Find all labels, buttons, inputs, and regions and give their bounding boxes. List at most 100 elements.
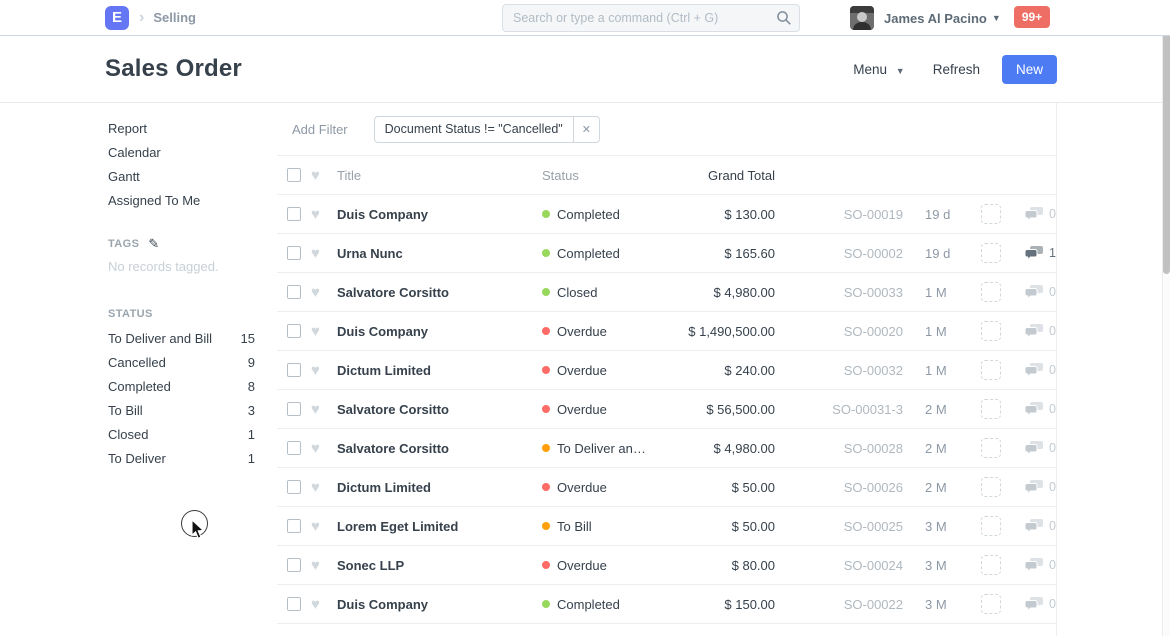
table-row[interactable]: ♥ Urna Nunc Completed $ 165.60 SO-00002 … [277,234,1056,273]
assign-placeholder[interactable] [981,516,1001,536]
row-checkbox[interactable] [287,207,301,221]
user-menu[interactable]: James Al Pacino ▼ [850,6,1001,30]
row-document-id: SO-00022 [775,597,903,612]
like-icon[interactable]: ♥ [307,440,337,457]
comment-cell[interactable]: 0 [1013,363,1056,378]
sidebar-status-item[interactable]: To Deliver 1 [108,447,255,471]
row-checkbox[interactable] [287,519,301,533]
comment-cell[interactable]: 0 [1013,441,1056,456]
notifications-badge[interactable]: 99+ [1014,6,1050,28]
breadcrumb-selling[interactable]: Selling [153,10,196,25]
menu-button[interactable]: Menu ▼ [853,62,904,77]
comment-cell[interactable]: 0 [1013,324,1056,339]
like-icon[interactable]: ♥ [307,518,337,535]
table-row[interactable]: ♥ Dictum Limited Overdue $ 50.00 SO-0002… [277,468,1056,507]
row-title[interactable]: Salvatore Corsitto [337,402,542,417]
status-label: Completed [557,246,620,261]
table-row[interactable]: ♥ Duis Company Completed $ 130.00 SO-000… [277,195,1056,234]
like-filter-icon[interactable]: ♥ [307,167,337,184]
table-row[interactable]: ♥ Sonec LLP Overdue $ 80.00 SO-00024 3 M… [277,546,1056,585]
search-input[interactable] [502,4,800,32]
table-row[interactable]: ♥ Duis Company Completed $ 150.00 SO-000… [277,585,1056,624]
table-row[interactable]: ♥ Dictum Limited Overdue $ 240.00 SO-000… [277,351,1056,390]
sidebar-view-item[interactable]: Calendar [108,141,255,165]
scrollbar-thumb[interactable] [1163,2,1170,274]
assign-placeholder[interactable] [981,243,1001,263]
assign-placeholder[interactable] [981,282,1001,302]
row-title[interactable]: Duis Company [337,207,542,222]
row-assign-cell [967,477,1013,497]
row-title[interactable]: Lorem Eget Limited [337,519,542,534]
row-checkbox[interactable] [287,285,301,299]
like-icon[interactable]: ♥ [307,596,337,613]
row-title[interactable]: Duis Company [337,324,542,339]
new-button[interactable]: New [1002,55,1057,84]
assign-placeholder[interactable] [981,399,1001,419]
sidebar-view-item[interactable]: Report [108,117,255,141]
like-icon[interactable]: ♥ [307,557,337,574]
assign-placeholder[interactable] [981,204,1001,224]
assign-placeholder[interactable] [981,360,1001,380]
sidebar-status-item[interactable]: Cancelled 9 [108,351,255,375]
like-icon[interactable]: ♥ [307,479,337,496]
sidebar-status-item[interactable]: To Deliver and Bill 15 [108,327,255,351]
row-checkbox[interactable] [287,558,301,572]
app-logo[interactable]: E [105,6,129,30]
assign-placeholder[interactable] [981,477,1001,497]
row-check-cell [277,207,307,221]
row-checkbox[interactable] [287,441,301,455]
row-title[interactable]: Duis Company [337,597,542,612]
row-title[interactable]: Dictum Limited [337,363,542,378]
sidebar-view-item[interactable]: Assigned To Me [108,189,255,213]
row-checkbox[interactable] [287,597,301,611]
row-checkbox[interactable] [287,480,301,494]
sidebar-status-item[interactable]: Closed 1 [108,423,255,447]
table-row[interactable]: ♥ Duis Company Overdue $ 1,490,500.00 SO… [277,312,1056,351]
like-icon[interactable]: ♥ [307,362,337,379]
row-title[interactable]: Sonec LLP [337,558,542,573]
row-title[interactable]: Salvatore Corsitto [337,285,542,300]
like-icon[interactable]: ♥ [307,284,337,301]
row-checkbox[interactable] [287,363,301,377]
comment-cell[interactable]: 0 [1013,285,1056,300]
row-checkbox[interactable] [287,402,301,416]
sidebar-status-item[interactable]: To Bill 3 [108,399,255,423]
assign-placeholder[interactable] [981,555,1001,575]
sidebar-status-item[interactable]: Completed 8 [108,375,255,399]
select-all-cell [277,168,307,182]
comment-cell[interactable]: 1 [1013,246,1056,261]
comment-cell[interactable]: 0 [1013,480,1056,495]
table-row[interactable]: ♥ Salvatore Corsitto Closed $ 4,980.00 S… [277,273,1056,312]
like-icon[interactable]: ♥ [307,323,337,340]
row-title[interactable]: Dictum Limited [337,480,542,495]
like-icon[interactable]: ♥ [307,245,337,262]
row-status: Closed [542,285,645,300]
table-row[interactable]: ♥ Lorem Eget Limited To Bill $ 50.00 SO-… [277,507,1056,546]
comment-cell[interactable]: 0 [1013,519,1056,534]
add-filter-button[interactable]: Add Filter [292,122,348,137]
table-row[interactable]: ♥ Salvatore Corsitto Overdue $ 56,500.00… [277,390,1056,429]
assign-placeholder[interactable] [981,438,1001,458]
row-title[interactable]: Urna Nunc [337,246,542,261]
like-icon[interactable]: ♥ [307,206,337,223]
comment-cell[interactable]: 0 [1013,597,1056,612]
row-title[interactable]: Salvatore Corsitto [337,441,542,456]
comment-cell[interactable]: 0 [1013,402,1056,417]
like-icon[interactable]: ♥ [307,401,337,418]
sidebar-view-item[interactable]: Gantt [108,165,255,189]
edit-tags-icon[interactable]: ✎ [148,235,159,253]
remove-filter-icon[interactable]: ✕ [573,117,599,142]
select-all-checkbox[interactable] [287,168,301,182]
table-row[interactable]: ♥ Salvatore Corsitto To Deliver an… $ 4,… [277,429,1056,468]
comment-cell[interactable]: 0 [1013,207,1056,222]
assign-placeholder[interactable] [981,321,1001,341]
assign-placeholder[interactable] [981,594,1001,614]
comment-cell[interactable]: 0 [1013,558,1056,573]
comments-icon [1025,597,1044,612]
status-filter-label: To Bill [108,399,248,423]
status-dot [542,561,550,569]
filter-chip[interactable]: Document Status != "Cancelled" ✕ [374,116,600,143]
refresh-button[interactable]: Refresh [933,62,980,77]
row-checkbox[interactable] [287,324,301,338]
row-checkbox[interactable] [287,246,301,260]
